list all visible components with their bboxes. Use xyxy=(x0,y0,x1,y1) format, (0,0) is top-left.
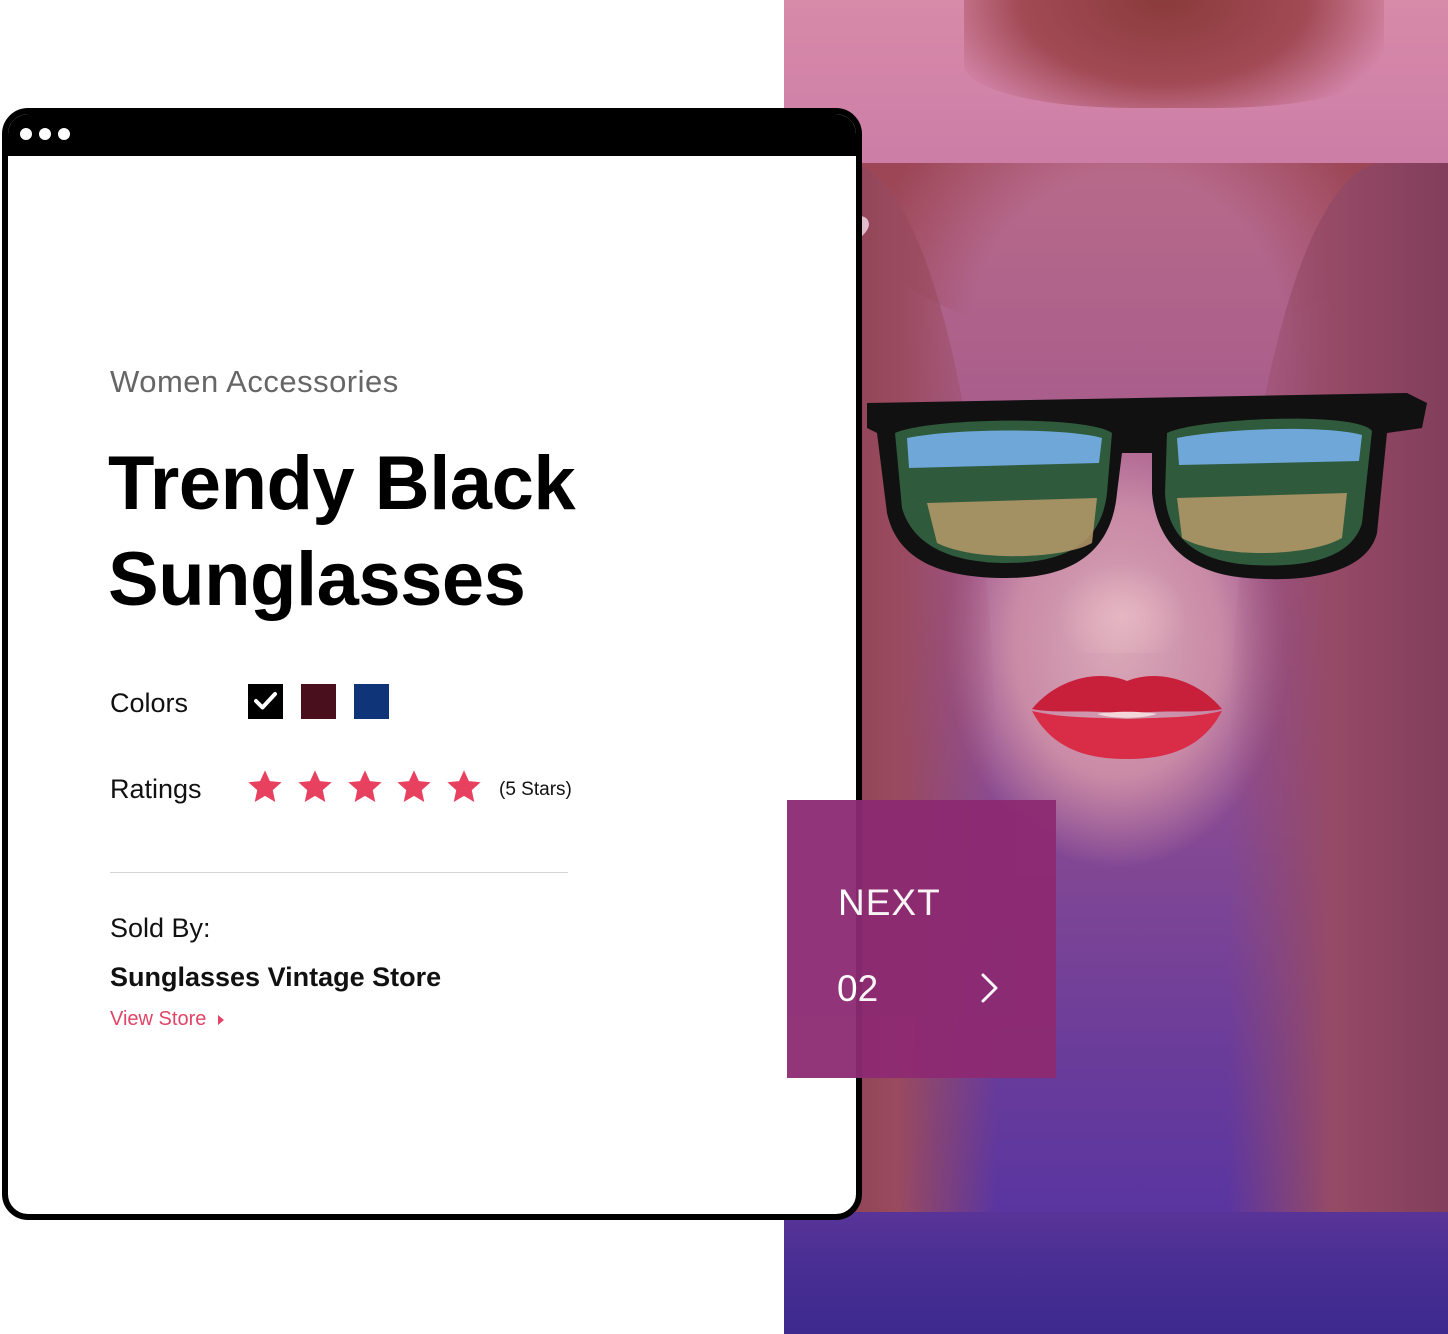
nose-shape xyxy=(1057,563,1187,653)
caret-right-icon xyxy=(218,1014,225,1025)
sold-by-label: Sold By: xyxy=(110,913,211,943)
next-slide-button[interactable]: NEXT 02 xyxy=(787,800,1056,1078)
window-dot-icon xyxy=(39,128,51,140)
product-title: Trendy Black Sunglasses xyxy=(108,436,708,628)
ratings-label: Ratings xyxy=(110,774,202,804)
rating-count: (5 Stars) xyxy=(499,779,572,800)
view-store-label: View Store xyxy=(110,1008,207,1030)
star-icon xyxy=(348,770,382,803)
product-category: Women Accessories xyxy=(110,364,399,399)
window-dot-icon xyxy=(20,128,32,140)
sunglasses-graphic xyxy=(867,393,1427,580)
next-label: NEXT xyxy=(838,882,941,923)
chevron-right-icon[interactable] xyxy=(979,972,1001,1004)
view-store-link[interactable]: View Store xyxy=(110,1008,225,1031)
divider xyxy=(110,872,568,873)
product-title-line1: Trendy Black xyxy=(108,441,576,526)
color-swatch-black[interactable] xyxy=(248,684,283,719)
color-swatch-burgundy[interactable] xyxy=(301,684,336,719)
star-icon xyxy=(447,770,481,803)
slide-number: 02 xyxy=(837,968,879,1009)
browser-window xyxy=(2,108,862,1220)
lips-graphic xyxy=(1032,676,1222,759)
store-name: Sunglasses Vintage Store xyxy=(110,962,442,992)
background-shade xyxy=(784,1214,1448,1334)
star-icon xyxy=(397,770,431,803)
star-icon xyxy=(298,770,332,803)
product-title-line2: Sunglasses xyxy=(108,537,526,622)
background-hair xyxy=(964,0,1384,108)
window-dot-icon xyxy=(58,128,70,140)
star-icon xyxy=(248,770,282,803)
check-icon xyxy=(254,692,277,710)
browser-titlebar xyxy=(8,114,856,156)
color-swatch-navy[interactable] xyxy=(354,684,389,719)
colors-label: Colors xyxy=(110,688,189,718)
